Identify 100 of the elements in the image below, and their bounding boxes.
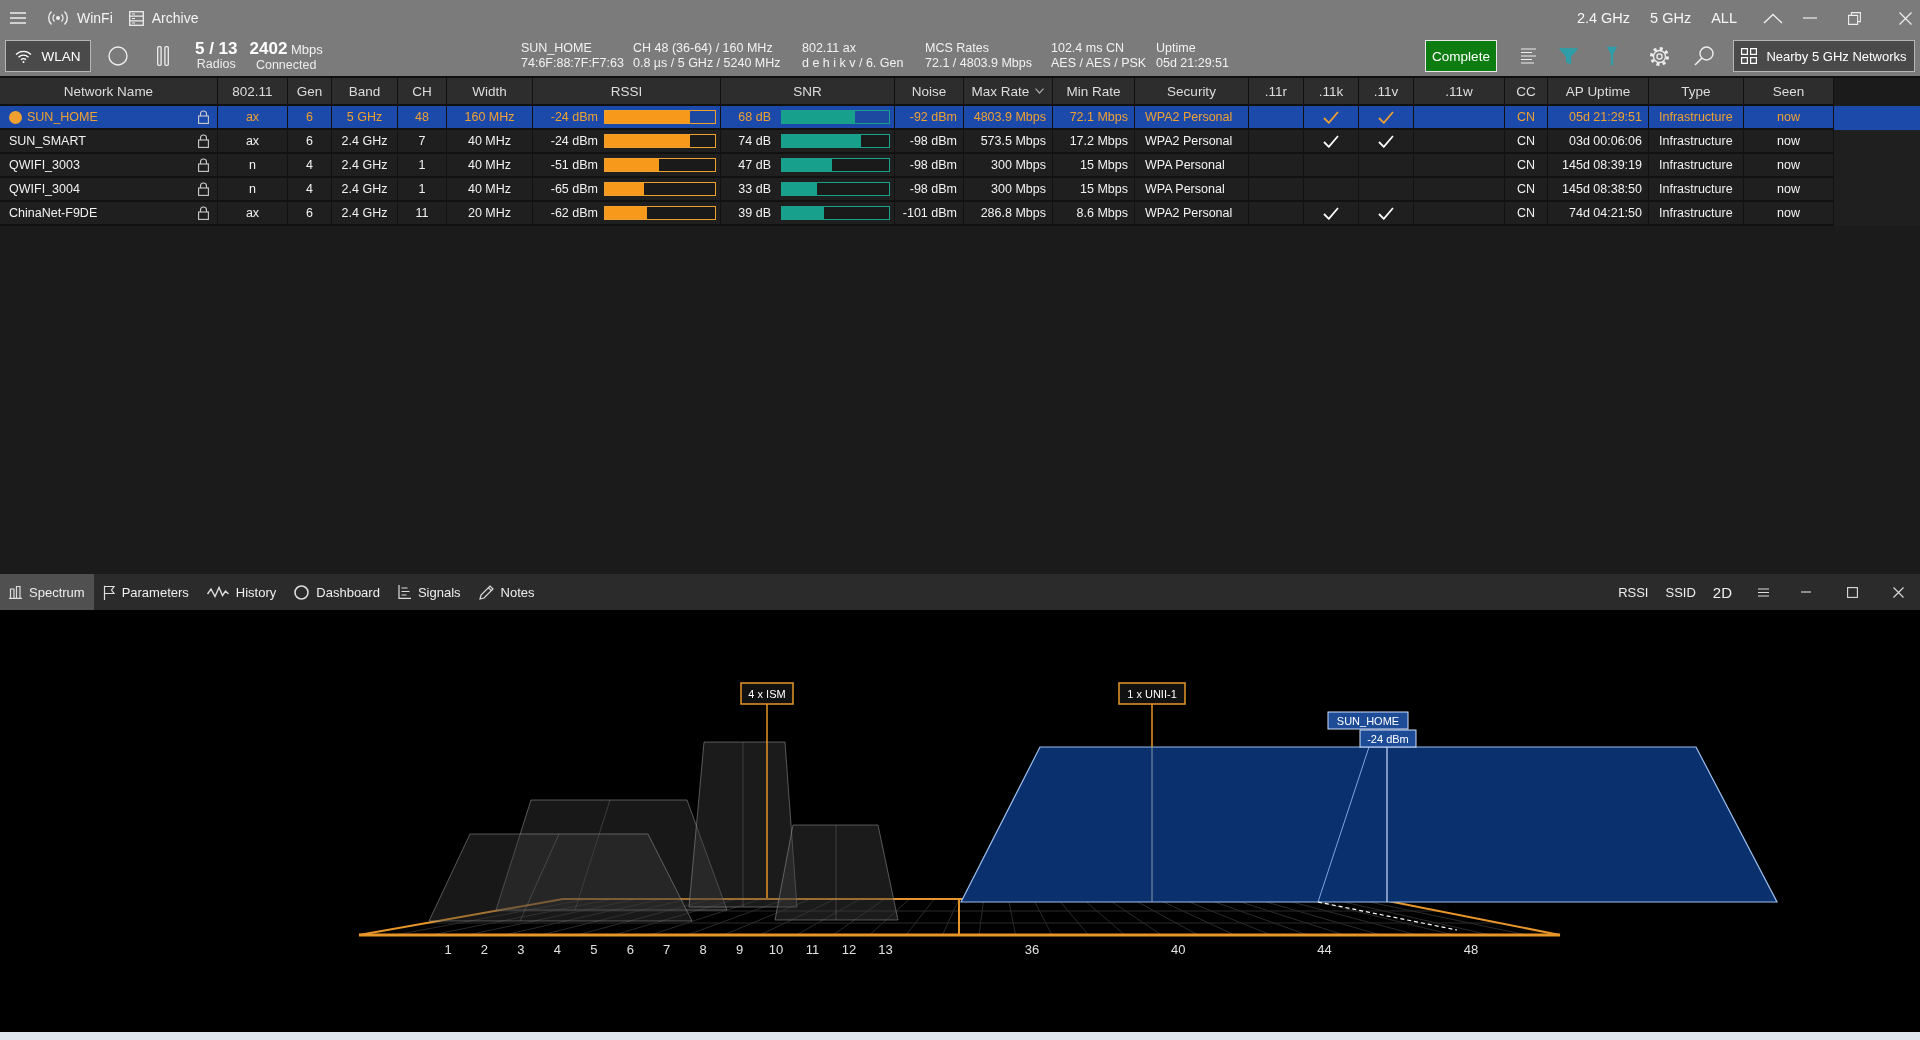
- column-header[interactable]: AP Uptime: [1548, 78, 1649, 106]
- channel-label: 44: [1317, 942, 1332, 957]
- maximize-icon[interactable]: [1847, 586, 1858, 598]
- wlan-button[interactable]: WLAN: [5, 40, 91, 72]
- channel-label: 3: [517, 942, 525, 957]
- nearby-networks-button[interactable]: Nearby 5 GHz Networks: [1733, 40, 1915, 72]
- snr-reading: 68 dB: [737, 110, 771, 124]
- connection-detail: AES / AES / PSK: [1051, 56, 1147, 71]
- column-header[interactable]: .11v: [1359, 78, 1414, 106]
- snr-reading: 33 dB: [737, 182, 771, 196]
- lock-icon: [198, 182, 209, 196]
- snr-reading: 74 dB: [737, 134, 771, 148]
- column-header[interactable]: Seen: [1744, 78, 1834, 106]
- close-icon[interactable]: [1893, 586, 1904, 598]
- channel-label: 4: [553, 942, 561, 957]
- column-header[interactable]: Min Rate: [1053, 78, 1135, 106]
- column-header[interactable]: Type: [1649, 78, 1744, 106]
- table-row[interactable]: QWIFI_3003 n 4 2.4 GHz 1 40 MHz -51 dBm 47 dB -98 dBm 300 Mbps 15 Mbps WPA Personal CN 145d 08:39:19 Infrastructure now: [0, 154, 1920, 178]
- channel-label: 36: [1024, 942, 1040, 957]
- column-header[interactable]: CC: [1505, 78, 1548, 106]
- rssi-reading: -24 dBm: [549, 110, 598, 124]
- channel-label: 6: [626, 942, 634, 957]
- chevron-up-icon[interactable]: [1763, 12, 1783, 24]
- rssi-reading: -62 dBm: [549, 206, 598, 220]
- view-tab[interactable]: Spectrum: [0, 574, 94, 610]
- column-header[interactable]: RSSI: [533, 78, 721, 106]
- list-icon[interactable]: [1521, 48, 1536, 64]
- rssi-reading: -51 dBm: [549, 158, 598, 172]
- table-cell: 74d 04:21:50: [1548, 202, 1649, 226]
- column-header[interactable]: CH: [398, 78, 447, 106]
- band-filter-button[interactable]: 2.4 GHz: [1576, 6, 1631, 30]
- table-row[interactable]: ChinaNet-F9DE ax 6 2.4 GHz 11 20 MHz -62 dBm 39 dB -101 dBm 286.8 Mbps 8.6 Mbps WPA2 Personal CN 74d 04:21:50 Infrastructure now: [0, 202, 1920, 226]
- view-tab[interactable]: Signals: [388, 574, 470, 610]
- column-header[interactable]: 802.11: [218, 78, 288, 106]
- table-row[interactable]: SUN_HOME ax 6 5 GHz 48 160 MHz -24 dBm 68 dB -92 dBm 4803.9 Mbps 72.1 Mbps WPA2 Personal CN 05d 21:29:51 Infrastructure now: [0, 106, 1920, 130]
- table-cell: 8.6 Mbps: [1053, 202, 1135, 226]
- column-header[interactable]: Network Name: [0, 78, 218, 106]
- column-header[interactable]: Noise: [895, 78, 964, 106]
- connection-detail: 05d 21:29:51: [1156, 56, 1229, 71]
- connection-detail: Uptime: [1156, 41, 1196, 56]
- connection-detail: 802.11 ax: [802, 41, 856, 56]
- table-cell: 6: [288, 202, 332, 226]
- channel-label: 1: [444, 942, 452, 957]
- connection-detail: 0.8 µs / 5 GHz / 5240 MHz: [633, 56, 781, 71]
- bar-chart-icon: [9, 585, 22, 599]
- channel-label: 9: [736, 942, 744, 957]
- pause-icon[interactable]: [157, 46, 169, 66]
- view-tab[interactable]: Parameters: [93, 574, 198, 610]
- restore-icon[interactable]: [1848, 11, 1861, 25]
- column-header[interactable]: .11w: [1414, 78, 1505, 106]
- column-header[interactable]: Max Rate: [964, 78, 1053, 106]
- status-button[interactable]: Complete: [1425, 40, 1497, 72]
- radio-count: 5 / 13: [195, 40, 238, 57]
- channel-label: 5: [590, 942, 598, 957]
- table-row[interactable]: QWIFI_3004 n 4 2.4 GHz 1 40 MHz -65 dBm 33 dB -98 dBm 300 Mbps 15 Mbps WPA Personal CN 145d 08:38:50 Infrastructure now: [0, 178, 1920, 202]
- wifi-icon: [15, 49, 33, 63]
- band-filter-button[interactable]: ALL: [1711, 6, 1737, 30]
- settings-icon[interactable]: [1649, 45, 1670, 67]
- grid-icon: [1741, 48, 1758, 64]
- nav-button[interactable]: Archive: [128, 6, 199, 30]
- view-tab[interactable]: Dashboard: [285, 574, 389, 610]
- throughput-label: Connected: [255, 57, 317, 73]
- circle-icon[interactable]: [108, 46, 128, 66]
- nav-button[interactable]: WinFi: [47, 6, 113, 30]
- view-option-button[interactable]: 2D: [1712, 580, 1732, 604]
- view-option-button[interactable]: RSSI: [1618, 580, 1649, 604]
- channel-label: 8: [699, 942, 707, 957]
- connection-detail: 102.4 ms CN: [1051, 41, 1124, 56]
- connection-detail: SUN_HOME: [521, 41, 592, 56]
- band-callout: 1 x UNII-1: [1118, 682, 1186, 705]
- search-icon[interactable]: [1694, 46, 1714, 66]
- snr-reading: 47 dB: [737, 158, 771, 172]
- column-header[interactable]: Security: [1135, 78, 1249, 106]
- view-tab[interactable]: History: [197, 574, 286, 610]
- network-name: SUN_HOME: [27, 110, 98, 124]
- table-cell: 20 MHz: [447, 202, 533, 226]
- connection-detail: 74:6F:88:7F:F7:63: [521, 56, 624, 71]
- band-filter-button[interactable]: 5 GHz: [1650, 6, 1692, 30]
- channel-label: 13: [878, 942, 893, 957]
- column-header[interactable]: Width: [447, 78, 533, 106]
- connection-detail: MCS Rates: [925, 41, 989, 56]
- throughput-value: 2402 Mbps: [249, 39, 323, 58]
- column-header[interactable]: Gen: [288, 78, 332, 106]
- column-header[interactable]: .11k: [1304, 78, 1359, 106]
- table-row[interactable]: SUN_SMART ax 6 2.4 GHz 7 40 MHz -24 dBm 74 dB -98 dBm 573.5 Mbps 17.2 Mbps WPA2 Personal CN 03d 00:06:06 Infrastructure now: [0, 130, 1920, 154]
- view-option-button[interactable]: SSID: [1665, 580, 1696, 604]
- table-cell: now: [1744, 202, 1834, 226]
- column-header[interactable]: Band: [332, 78, 398, 106]
- menu-icon[interactable]: [1758, 587, 1769, 597]
- wave-icon: [206, 586, 229, 598]
- lock-icon: [198, 110, 209, 124]
- network-name: QWIFI_3003: [9, 158, 80, 172]
- table-cell: 286.8 Mbps: [964, 202, 1053, 226]
- channel-label: 10: [768, 942, 784, 957]
- column-header[interactable]: .11r: [1249, 78, 1304, 106]
- table-cell: WPA2 Personal: [1135, 202, 1249, 226]
- view-tab[interactable]: Notes: [469, 574, 544, 610]
- table-cell: -101 dBm: [895, 202, 964, 226]
- column-header[interactable]: SNR: [721, 78, 895, 106]
- network-name: QWIFI_3004: [9, 182, 80, 196]
